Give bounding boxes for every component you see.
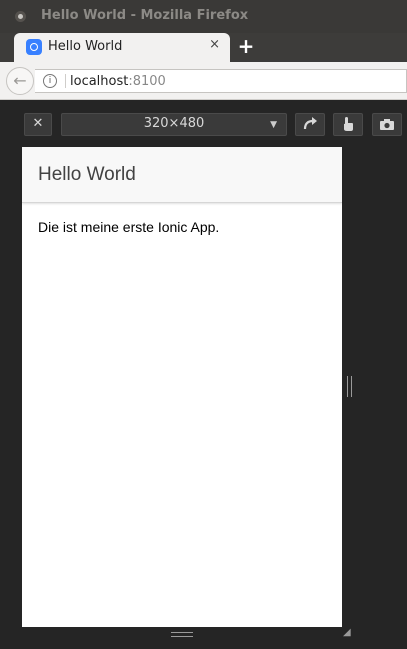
viewport-width-resize-handle[interactable]	[347, 376, 352, 397]
viewport-height-resize-handle[interactable]	[171, 632, 193, 637]
rdm-close-button[interactable]: ✕	[24, 113, 52, 136]
tab-strip: Hello World × +	[0, 33, 407, 62]
touch-icon	[344, 117, 353, 131]
url-separator	[65, 74, 66, 88]
info-icon[interactable]: i	[43, 74, 57, 88]
rotate-button[interactable]	[295, 113, 325, 136]
device-preset-label: 320×480	[143, 116, 205, 131]
touch-simulation-button[interactable]	[333, 113, 363, 136]
new-tab-button[interactable]: +	[236, 35, 256, 57]
url-text[interactable]: localhost:8100	[70, 74, 166, 89]
app-header: Hello World	[22, 147, 342, 203]
window-title: Hello World - Mozilla Firefox	[41, 8, 249, 23]
tab-hello-world[interactable]: Hello World ×	[14, 33, 230, 62]
window-menu-icon[interactable]	[15, 11, 26, 22]
viewport-corner-resize-handle[interactable]: ◢	[343, 628, 353, 638]
url-host: localhost	[70, 74, 129, 89]
app-title: Hello World	[38, 164, 136, 185]
ionic-favicon-icon	[26, 39, 42, 55]
navigation-bar: ← i localhost:8100	[0, 62, 407, 100]
app-content-text: Die ist meine erste Ionic App.	[38, 219, 220, 235]
back-arrow-icon[interactable]: ←	[6, 67, 34, 95]
window-titlebar: Hello World - Mozilla Firefox	[0, 0, 407, 33]
camera-icon	[380, 119, 394, 130]
rotate-icon	[303, 117, 317, 130]
chevron-down-icon: ▼	[270, 120, 277, 130]
tab-close-icon[interactable]: ×	[209, 37, 220, 52]
screenshot-button[interactable]	[372, 113, 402, 136]
url-bar[interactable]: i localhost:8100	[35, 69, 407, 93]
url-port: :8100	[128, 74, 166, 89]
tab-label: Hello World	[48, 39, 123, 54]
device-viewport[interactable]: Hello World Die ist meine erste Ionic Ap…	[22, 147, 342, 627]
device-preset-select[interactable]: 320×480 ▼	[61, 113, 287, 136]
